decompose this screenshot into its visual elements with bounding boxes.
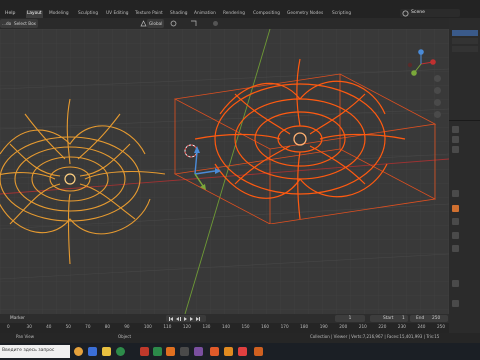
- ruler-tick-label: 30: [26, 324, 32, 329]
- ruler-tick-label: 180: [300, 324, 309, 329]
- marker-menu[interactable]: Marker: [10, 315, 25, 323]
- object-icon[interactable]: [452, 190, 459, 197]
- ruler-tick-label: 130: [202, 324, 211, 329]
- ruler-tick-label: 220: [378, 324, 387, 329]
- ruler-tick-label: 190: [319, 324, 328, 329]
- proportional-edit-icon[interactable]: [212, 20, 219, 27]
- blender-icon[interactable]: [224, 347, 233, 356]
- tab-animation[interactable]: Animation: [193, 10, 217, 18]
- ruler-tick-label: 110: [163, 324, 172, 329]
- 3d-viewport[interactable]: [0, 29, 449, 314]
- current-frame-field[interactable]: 1: [335, 315, 365, 322]
- transform-orientation-dropdown[interactable]: Global: [147, 19, 165, 28]
- tab-uv-editing[interactable]: UV Editing: [105, 10, 129, 18]
- start-label: Start: [383, 316, 394, 321]
- menu-help[interactable]: Help: [5, 9, 15, 18]
- snap-icon[interactable]: [190, 20, 197, 27]
- taskbar-search-input[interactable]: Введите здесь запрос: [2, 348, 54, 353]
- ruler-tick-label: 70: [85, 324, 91, 329]
- ruler-tick-label: 140: [222, 324, 230, 329]
- grid-toggle-icon[interactable]: [434, 111, 441, 118]
- tab-compositing[interactable]: Compositing: [252, 10, 281, 18]
- tab-shading[interactable]: Shading: [169, 10, 188, 18]
- select-mode-dropdown[interactable]: Select Box: [12, 19, 39, 28]
- app4-icon[interactable]: [254, 347, 263, 356]
- playback-icons[interactable]: [168, 316, 206, 322]
- ruler-tick-label: 170: [280, 324, 289, 329]
- tab-scripting[interactable]: Scripting: [331, 10, 352, 18]
- tab-rendering[interactable]: Rendering: [222, 10, 246, 18]
- orientation-icon: [140, 20, 147, 27]
- modifier-icon[interactable]: [452, 205, 459, 212]
- wrench-icon[interactable]: [452, 126, 459, 133]
- viewport-header: [0, 18, 450, 29]
- tab-texture-paint[interactable]: Texture Paint: [134, 10, 164, 18]
- ornament-left[interactable]: [0, 84, 180, 284]
- output-icon[interactable]: [452, 146, 459, 153]
- word-icon[interactable]: [88, 347, 97, 356]
- ruler-tick-label: 120: [182, 324, 191, 329]
- illustrator-icon[interactable]: [166, 347, 175, 356]
- tools-icon[interactable]: [180, 347, 189, 356]
- camera-view-icon[interactable]: [434, 99, 441, 106]
- ruler-tick-label: 0: [7, 324, 10, 329]
- excel-icon[interactable]: [153, 347, 162, 356]
- ruler-tick-label: 80: [104, 324, 111, 329]
- ruler-tick-label: 160: [261, 324, 270, 329]
- status-pan-view: Pan View: [16, 334, 34, 339]
- physics-icon[interactable]: [452, 218, 459, 225]
- outliner-row[interactable]: [452, 38, 478, 44]
- outliner-selected-row[interactable]: [452, 30, 478, 36]
- render-icon[interactable]: [452, 136, 459, 143]
- app2-icon[interactable]: [194, 347, 203, 356]
- status-object: Object: [118, 334, 132, 339]
- ruler-tick-label: 210: [358, 324, 367, 329]
- app3-icon[interactable]: [238, 347, 247, 356]
- ruler-tick-label: 40: [46, 324, 52, 329]
- scene-label: Scene: [411, 10, 426, 15]
- acrobat-icon[interactable]: [140, 347, 149, 356]
- scene-selector[interactable]: [400, 9, 460, 17]
- end-label: End: [416, 316, 425, 321]
- texture-icon[interactable]: [452, 300, 459, 307]
- scene-icon: [402, 10, 409, 17]
- chrome-icon[interactable]: [74, 347, 83, 356]
- tab-layout[interactable]: Layout: [26, 10, 43, 18]
- constraints-icon[interactable]: [452, 232, 459, 239]
- start-value: 1: [402, 316, 405, 321]
- ruler-tick-label: 90: [124, 324, 130, 329]
- ornament-right[interactable]: [195, 54, 415, 224]
- panel-divider: [449, 120, 480, 121]
- material-icon[interactable]: [452, 280, 459, 287]
- ruler-tick-label: 230: [397, 324, 406, 329]
- tab-modeling[interactable]: Modeling: [48, 10, 70, 18]
- data-icon[interactable]: [452, 245, 459, 252]
- navigation-gizmo[interactable]: [406, 49, 436, 79]
- pivot-icon[interactable]: [170, 20, 177, 27]
- app-icon[interactable]: [116, 347, 125, 356]
- ruler-tick-label: 250: [437, 324, 445, 329]
- ruler-tick-label: 240: [417, 324, 426, 329]
- ruler-tick-label: 200: [339, 324, 348, 329]
- tab-geometry-nodes[interactable]: Geometry Nodes: [286, 10, 324, 18]
- ruler-tick-label: 100: [143, 324, 152, 329]
- pan-hand-icon[interactable]: [434, 87, 441, 94]
- ruler-tick-label: 150: [241, 324, 250, 329]
- photoshop-icon[interactable]: [210, 347, 219, 356]
- end-value: 250: [432, 316, 441, 321]
- folder-icon[interactable]: [102, 347, 111, 356]
- transform-gizmo[interactable]: [185, 144, 225, 194]
- tab-sculpting[interactable]: Sculpting: [77, 10, 99, 18]
- ruler-tick-label: 50: [65, 324, 71, 329]
- zoom-icon[interactable]: [434, 75, 441, 82]
- outliner-row[interactable]: [452, 46, 478, 52]
- status-stats: Collection | Viewer | Verts:7,216,967 | …: [310, 334, 440, 339]
